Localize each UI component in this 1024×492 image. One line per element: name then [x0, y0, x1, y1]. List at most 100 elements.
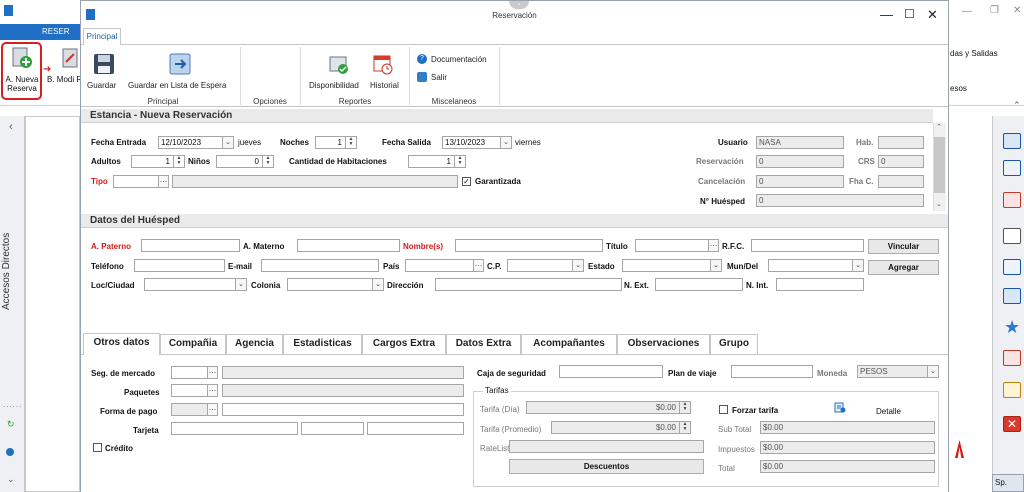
scroll-up-icon[interactable]: ⌃: [936, 123, 942, 131]
tab-observaciones[interactable]: Observaciones: [617, 334, 710, 354]
forzar-tarifa-checkbox[interactable]: [719, 405, 728, 414]
calendar-icon[interactable]: [1003, 192, 1021, 208]
telefono-input[interactable]: [134, 259, 225, 272]
tipo-input[interactable]: …: [113, 175, 169, 188]
tarifa-dia-input[interactable]: $0.00 ▲ ▼: [526, 401, 691, 414]
chevron-down-icon[interactable]: ⌄: [372, 279, 383, 290]
fecha-entrada-input[interactable]: 12/10/2023 ⌄: [158, 136, 234, 149]
chevron-up-icon[interactable]: ⌃: [1013, 100, 1021, 111]
maximize-icon[interactable]: ☐: [904, 7, 915, 21]
bg-minimize-icon[interactable]: —: [962, 6, 972, 17]
spinner-icon[interactable]: ▲ ▼: [262, 156, 273, 167]
mundel-select[interactable]: ⌄: [768, 259, 864, 272]
spinner-icon[interactable]: ▲ ▼: [679, 422, 690, 433]
save-waitlist-button[interactable]: Guardar en Lista de Espera: [128, 81, 226, 90]
exit-icon[interactable]: ✕: [1003, 416, 1021, 432]
chevron-down-icon[interactable]: ⌄: [710, 260, 721, 271]
pais-input[interactable]: …: [405, 259, 484, 272]
calculator-icon[interactable]: [1003, 160, 1021, 176]
tab-estadisticas[interactable]: Estadisticas: [283, 334, 362, 354]
new-reservation-button[interactable]: A. Nueva Reserva: [2, 75, 42, 93]
email-input[interactable]: [261, 259, 379, 272]
spinner-icon[interactable]: ▲ ▼: [345, 137, 356, 148]
ellipsis-icon[interactable]: …: [473, 260, 483, 271]
moneda-select[interactable]: PESOS ⌄: [857, 365, 939, 378]
chevron-down-icon[interactable]: ⌄: [500, 137, 511, 148]
estancia-scroll-thumb[interactable]: [934, 137, 945, 193]
close-icon[interactable]: ✕: [927, 7, 938, 23]
mail-icon[interactable]: [1003, 228, 1021, 244]
plan-viaje-input[interactable]: [731, 365, 813, 378]
language-indicator[interactable]: Sp.: [992, 474, 1024, 492]
detalle-icon[interactable]: [834, 402, 846, 413]
n-ext-input[interactable]: [655, 278, 743, 291]
collapse-left-icon[interactable]: ‹: [9, 121, 13, 133]
question-icon[interactable]: [1003, 288, 1021, 304]
detalle-button[interactable]: Detalle: [876, 407, 901, 416]
seg-mercado-input[interactable]: …: [171, 366, 218, 379]
estado-select[interactable]: ⌄: [622, 259, 722, 272]
agregar-button[interactable]: Agregar: [868, 260, 939, 275]
tarjeta-code-input[interactable]: [367, 422, 464, 435]
a-paterno-input[interactable]: [141, 239, 240, 252]
credito-checkbox[interactable]: [93, 443, 102, 452]
modify-reservation-button[interactable]: B. Modi Reser: [47, 75, 80, 84]
rfc-input[interactable]: [751, 239, 864, 252]
bg-entradas-salidas[interactable]: das y Salidas: [950, 49, 998, 58]
adultos-stepper[interactable]: 1 ▲ ▼: [131, 155, 185, 168]
direccion-input[interactable]: [435, 278, 622, 291]
ellipsis-icon[interactable]: …: [708, 240, 718, 251]
tarjeta-expiry-input[interactable]: [301, 422, 364, 435]
ellipsis-icon[interactable]: …: [207, 385, 217, 396]
chevron-down-icon[interactable]: ⌄: [222, 137, 233, 148]
bg-close-icon[interactable]: ✕: [1013, 5, 1021, 16]
cantidad-habitaciones-stepper[interactable]: 1 ▲ ▼: [408, 155, 466, 168]
bg-restore-icon[interactable]: ❐: [990, 5, 999, 16]
ellipsis-icon[interactable]: …: [207, 404, 217, 415]
tarjeta-number-input[interactable]: [171, 422, 298, 435]
chevron-down-icon[interactable]: ⌄: [572, 260, 583, 271]
ellipsis-icon[interactable]: …: [207, 367, 217, 378]
vincular-button[interactable]: Vincular: [868, 239, 939, 254]
cp-select[interactable]: ⌄: [507, 259, 584, 272]
tab-cargos-extra[interactable]: Cargos Extra: [362, 334, 446, 354]
clock-calendar-icon[interactable]: [1003, 350, 1021, 366]
ninos-stepper[interactable]: 0 ▲ ▼: [216, 155, 274, 168]
caja-seguridad-input[interactable]: [559, 365, 663, 378]
tab-datos-extra[interactable]: Datos Extra: [446, 334, 521, 354]
spinner-icon[interactable]: ▲ ▼: [454, 156, 465, 167]
tab-otros-datos[interactable]: Otros datos: [83, 333, 160, 355]
forma-pago-description[interactable]: [222, 403, 464, 416]
star-icon[interactable]: ★: [1004, 318, 1020, 336]
tab-acompanantes[interactable]: Acompañantes: [521, 334, 617, 354]
chevron-down-icon[interactable]: ⌄: [927, 366, 938, 377]
tarifa-promedio-input[interactable]: $0.00 ▲ ▼: [551, 421, 691, 434]
chevron-down-icon[interactable]: ⌄: [7, 474, 15, 485]
a-materno-input[interactable]: [297, 239, 400, 252]
n-int-input[interactable]: [776, 278, 864, 291]
refresh-icon[interactable]: ↻: [7, 419, 15, 430]
exit-button[interactable]: Salir: [431, 73, 447, 82]
scroll-down-icon[interactable]: ⌄: [936, 200, 942, 208]
fecha-salida-input[interactable]: 13/10/2023 ⌄: [442, 136, 512, 149]
colonia-select[interactable]: ⌄: [287, 278, 384, 291]
help-icon[interactable]: [1003, 133, 1021, 149]
spinner-icon[interactable]: ▲ ▼: [173, 156, 184, 167]
paquetes-input[interactable]: …: [171, 384, 218, 397]
minimize-icon[interactable]: —: [880, 7, 893, 22]
bg-ingresos[interactable]: esos: [950, 84, 967, 93]
descuentos-button[interactable]: Descuentos: [509, 459, 704, 474]
tab-principal[interactable]: Principal: [83, 28, 121, 46]
globe-icon[interactable]: [6, 448, 14, 456]
chevron-down-icon[interactable]: ⌄: [852, 260, 863, 271]
history-button[interactable]: Historial: [370, 81, 399, 90]
tab-compania[interactable]: Compañia: [160, 334, 226, 354]
save-button[interactable]: Guardar: [87, 81, 116, 90]
garantizada-checkbox[interactable]: ✓: [462, 177, 471, 186]
contacts-icon[interactable]: [1003, 259, 1021, 275]
availability-button[interactable]: Disponibilidad: [309, 81, 359, 90]
nombre-input[interactable]: [455, 239, 603, 252]
bg-tab-reservaciones[interactable]: RESER: [40, 24, 80, 40]
forma-pago-input[interactable]: …: [171, 403, 218, 416]
ellipsis-icon[interactable]: …: [158, 176, 168, 187]
